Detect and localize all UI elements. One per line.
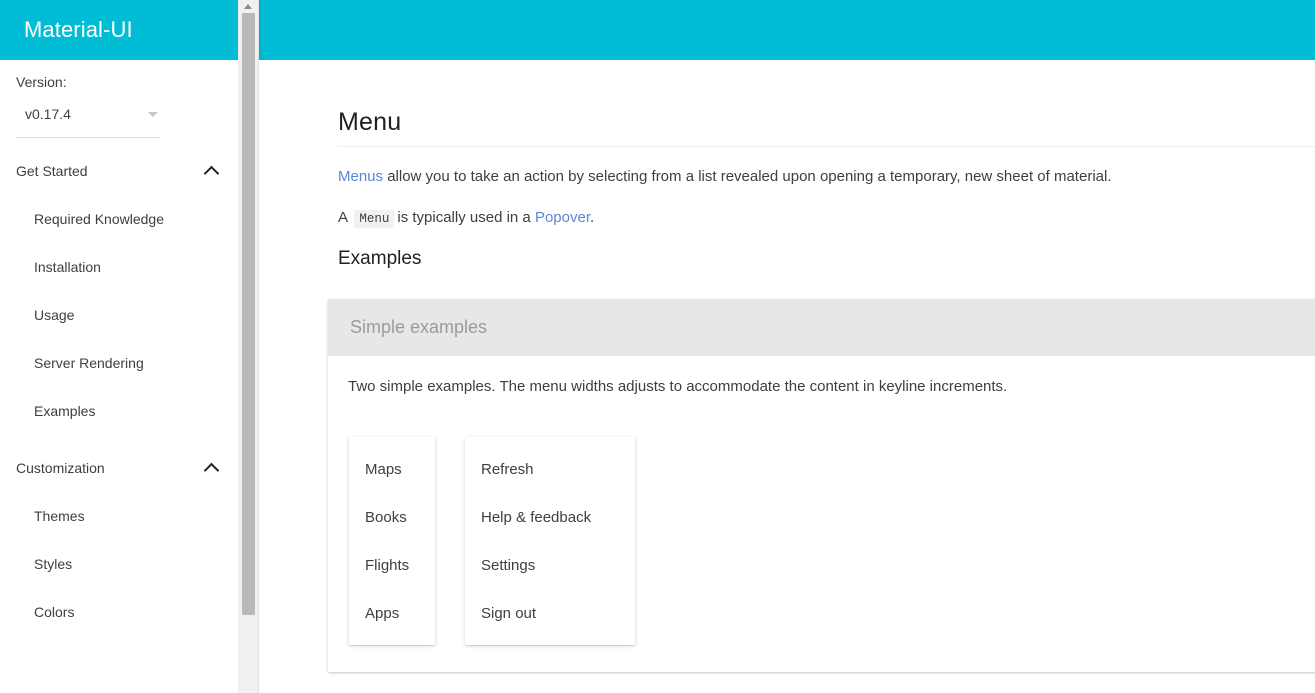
menu-item-apps[interactable]: Apps: [349, 589, 435, 637]
brand-title: Material-UI: [24, 17, 133, 42]
sidebar-item-styles[interactable]: Styles: [0, 540, 238, 588]
menu-item-label: Settings: [481, 556, 536, 574]
sidebar-item-label: Installation: [34, 259, 101, 275]
sidebar-item-label: Required Knowledge: [34, 211, 164, 227]
sidebar-item-label: Themes: [34, 508, 85, 524]
sidebar-item-colors[interactable]: Colors: [0, 588, 238, 636]
menu-item-maps[interactable]: Maps: [349, 445, 435, 493]
chevron-down-icon: [148, 112, 158, 117]
page-title: Menu: [338, 108, 402, 136]
sidebar-header: Material-UI: [0, 0, 238, 60]
example-description: Two simple examples. The menu widths adj…: [348, 378, 1008, 395]
menus-row: Maps Books Flights Apps Refresh Help & f…: [349, 437, 635, 645]
chevron-up-icon: [205, 164, 219, 178]
menu-short: Maps Books Flights Apps: [349, 437, 435, 645]
triangle-up-icon[interactable]: [239, 0, 258, 12]
app-root: Material-UI Version: v0.17.4 Get Started…: [0, 0, 1315, 693]
sidebar-item-installation[interactable]: Installation: [0, 243, 238, 291]
menu-item-sign-out[interactable]: Sign out: [465, 589, 635, 637]
sidebar-item-label: Examples: [34, 403, 96, 419]
intro-text-2-suffix: .: [590, 209, 595, 226]
menu-item-help-feedback[interactable]: Help & feedback: [465, 493, 635, 541]
main-content: Menu Menus allow you to take an action b…: [259, 60, 1315, 693]
sidebar-item-examples[interactable]: Examples: [0, 387, 238, 435]
menu-long: Refresh Help & feedback Settings Sign ou…: [465, 437, 635, 645]
intro-text-1: allow you to take an action by selecting…: [383, 168, 1112, 185]
menu-item-label: Refresh: [481, 460, 534, 478]
menu-item-label: Apps: [365, 604, 400, 622]
sidebar-item-required-knowledge[interactable]: Required Knowledge: [0, 195, 238, 243]
version-selector-block: Version: v0.17.4: [0, 60, 238, 138]
sidebar-group-label: Customization: [16, 460, 105, 476]
title-divider: [338, 146, 1315, 147]
version-label: Version:: [16, 74, 67, 90]
sidebar-scrollbar[interactable]: [238, 0, 258, 693]
sidebar-item-server-rendering[interactable]: Server Rendering: [0, 339, 238, 387]
menu-item-label: Maps: [365, 460, 402, 478]
intro-text-2-middle: is typically used in a: [397, 209, 535, 226]
sidebar-group-customization[interactable]: Customization: [0, 444, 238, 492]
menu-item-label: Books: [365, 508, 407, 526]
example-card-body: Two simple examples. The menu widths adj…: [328, 356, 1315, 672]
sidebar-item-usage[interactable]: Usage: [0, 291, 238, 339]
sidebar: Material-UI Version: v0.17.4 Get Started…: [0, 0, 238, 693]
sidebar-item-label: Server Rendering: [34, 355, 144, 371]
version-select[interactable]: v0.17.4: [16, 106, 160, 138]
example-card: Simple examples Two simple examples. The…: [328, 299, 1315, 672]
chevron-up-icon: [205, 461, 219, 475]
scrollbar-thumb[interactable]: [242, 13, 255, 615]
example-card-header[interactable]: Simple examples: [328, 299, 1315, 356]
popover-link[interactable]: Popover: [535, 209, 590, 226]
sidebar-group-get-started[interactable]: Get Started: [0, 147, 238, 195]
menu-item-settings[interactable]: Settings: [465, 541, 635, 589]
menu-item-label: Sign out: [481, 604, 537, 622]
sidebar-item-label: Styles: [34, 556, 73, 572]
sidebar-group-label: Get Started: [16, 163, 88, 179]
menu-item-flights[interactable]: Flights: [349, 541, 435, 589]
menu-item-label: Flights: [365, 556, 410, 574]
intro-paragraph-1: Menus allow you to take an action by sel…: [338, 166, 1112, 188]
example-card-header-title: Simple examples: [350, 317, 488, 337]
sidebar-item-label: Usage: [34, 307, 75, 323]
menus-link[interactable]: Menus: [338, 168, 383, 185]
sidebar-item-themes[interactable]: Themes: [0, 492, 238, 540]
menu-code-chip: Menu: [354, 210, 395, 228]
menu-item-refresh[interactable]: Refresh: [465, 445, 635, 493]
menu-item-label: Help & feedback: [481, 508, 592, 526]
version-value: v0.17.4: [25, 106, 71, 122]
examples-section-title: Examples: [338, 248, 422, 269]
menu-item-books[interactable]: Books: [349, 493, 435, 541]
sidebar-item-label: Colors: [34, 604, 75, 620]
app-bar: [259, 0, 1315, 60]
intro-text-2-prefix: A: [338, 209, 352, 226]
intro-paragraph-2: A Menu is typically used in a Popover.: [338, 207, 594, 230]
